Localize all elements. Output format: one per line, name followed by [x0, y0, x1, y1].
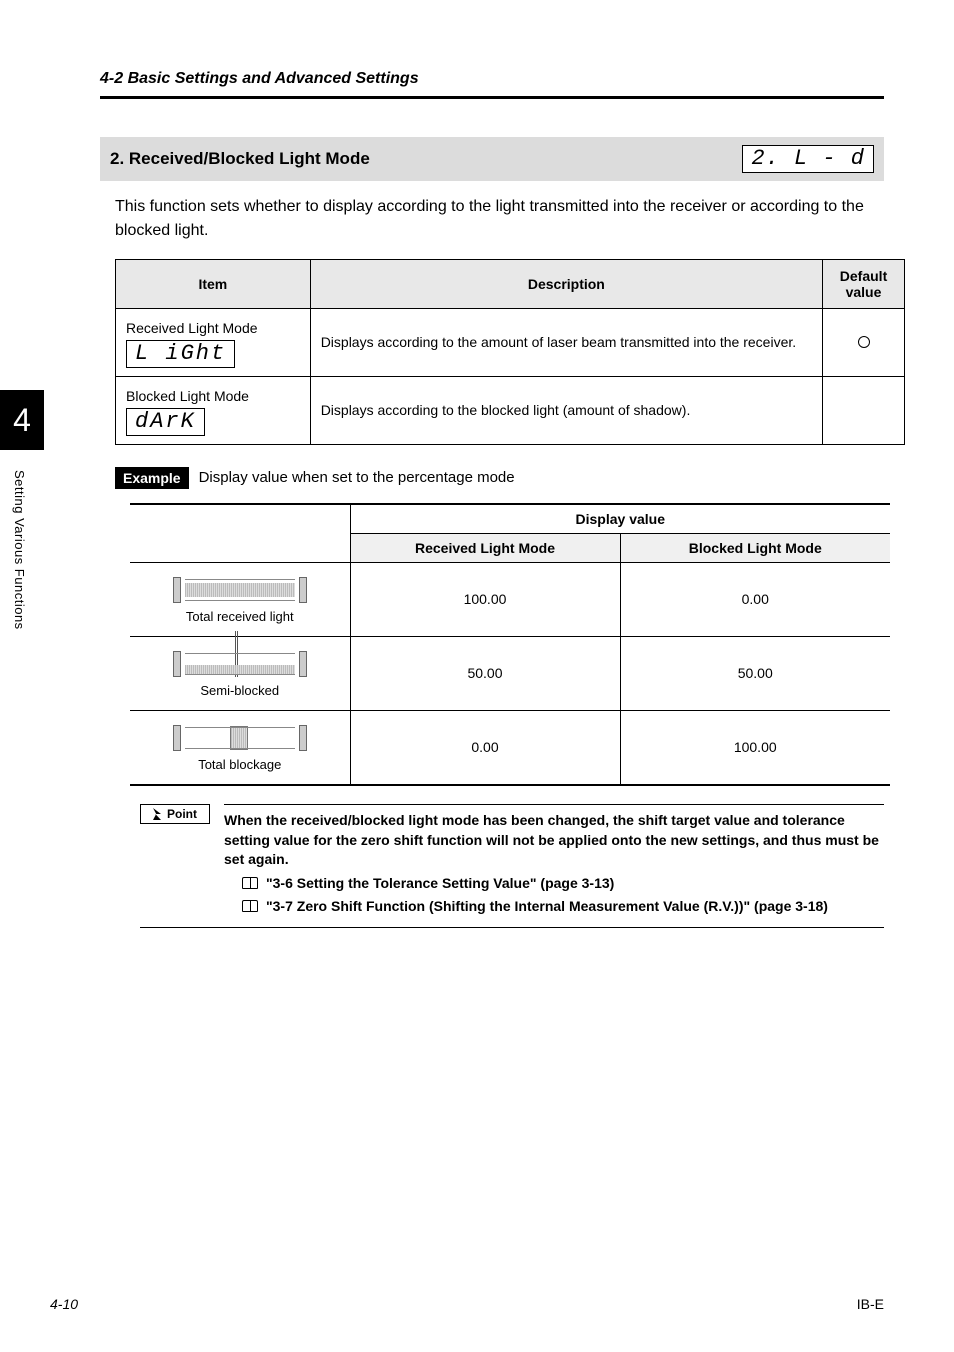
cell-blocked: 50.00: [620, 636, 890, 710]
diagram-label: Semi-blocked: [200, 683, 279, 698]
cell-received: 100.00: [350, 562, 620, 636]
book-icon: [242, 877, 258, 889]
doc-code: IB-E: [857, 1296, 884, 1312]
th-received-mode: Received Light Mode: [350, 533, 620, 562]
item-description: Displays according to the blocked light …: [310, 377, 822, 445]
diagram-total-received: [173, 575, 307, 605]
chapter-tab: 4: [0, 390, 44, 450]
cell-received: 0.00: [350, 710, 620, 785]
item-label: Blocked Light Mode: [126, 385, 300, 407]
page: 4 Setting Various Functions 4-2 Basic Se…: [0, 0, 954, 1352]
book-icon: [242, 900, 258, 912]
point-body: When the received/blocked light mode has…: [224, 812, 879, 867]
side-section-label: Setting Various Functions: [12, 470, 27, 630]
intro-paragraph: This function sets whether to display ac…: [115, 195, 884, 243]
diagram-total-blockage: [173, 723, 307, 753]
table-row: Semi-blocked 50.00 50.00: [130, 636, 890, 710]
spec-table: Item Description Default value Received …: [115, 259, 905, 445]
example-badge: Example: [115, 467, 189, 489]
reference-link: "3-7 Zero Shift Function (Shifting the I…: [242, 897, 884, 917]
chapter-number: 4: [13, 402, 31, 439]
th-description: Description: [310, 260, 822, 309]
reference-text: "3-6 Setting the Tolerance Setting Value…: [266, 874, 614, 894]
header-rule: [100, 96, 884, 99]
point-note: Point When the received/blocked light mo…: [140, 804, 884, 928]
item-segment-code: dArK: [126, 408, 205, 436]
point-badge: Point: [140, 804, 210, 824]
example-row: Example Display value when set to the pe…: [115, 467, 884, 489]
item-default: [823, 309, 905, 377]
diagram-semi-blocked: [173, 649, 307, 679]
section-segment-code: 2. L - d: [742, 145, 874, 173]
point-text: When the received/blocked light mode has…: [224, 804, 884, 927]
reference-link: "3-6 Setting the Tolerance Setting Value…: [242, 874, 884, 894]
th-item: Item: [116, 260, 311, 309]
cell-received: 50.00: [350, 636, 620, 710]
table-row: Total blockage 0.00 100.00: [130, 710, 890, 785]
table-row: Total received light 100.00 0.00: [130, 562, 890, 636]
item-description: Displays according to the amount of lase…: [310, 309, 822, 377]
item-segment-code: L iGht: [126, 340, 235, 368]
item-default: [823, 377, 905, 445]
th-blocked-mode: Blocked Light Mode: [620, 533, 890, 562]
display-value-table: Display value Received Light Mode Blocke…: [130, 503, 890, 786]
cell-blocked: 100.00: [620, 710, 890, 785]
diagram-label: Total received light: [186, 609, 294, 624]
example-text: Display value when set to the percentage…: [199, 469, 515, 486]
table-row: Received Light Mode L iGht Displays acco…: [116, 309, 905, 377]
page-breadcrumb: 4-2 Basic Settings and Advanced Settings: [100, 70, 884, 88]
th-default: Default value: [823, 260, 905, 309]
section-title: 2. Received/Blocked Light Mode: [110, 149, 370, 169]
default-marker-icon: [858, 336, 870, 348]
reference-text: "3-7 Zero Shift Function (Shifting the I…: [266, 897, 828, 917]
section-header: 2. Received/Blocked Light Mode 2. L - d: [100, 137, 884, 181]
page-footer: 4-10 IB-E: [50, 1296, 884, 1312]
item-label: Received Light Mode: [126, 317, 300, 339]
cell-blocked: 0.00: [620, 562, 890, 636]
diagram-label: Total blockage: [198, 757, 281, 772]
table-row: Blocked Light Mode dArK Displays accordi…: [116, 377, 905, 445]
th-display-value: Display value: [350, 504, 890, 534]
page-number: 4-10: [50, 1296, 78, 1312]
